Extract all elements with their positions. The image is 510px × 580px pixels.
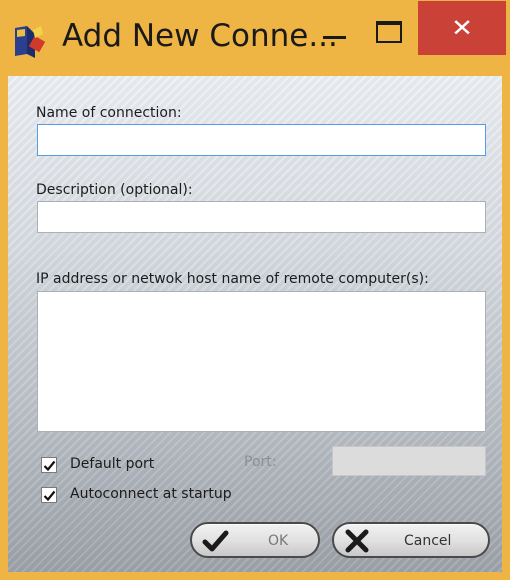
x-icon — [345, 529, 369, 553]
hosts-label: IP address or netwok host name of remote… — [36, 271, 429, 287]
minimize-button[interactable] — [320, 10, 350, 52]
autoconnect-checkbox[interactable] — [41, 487, 57, 503]
port-input[interactable] — [332, 446, 486, 476]
name-label: Name of connection: — [36, 105, 182, 121]
port-label: Port: — [244, 454, 277, 470]
checkmark-icon — [202, 530, 229, 552]
title-bar[interactable]: Add New Conne... ✕ — [0, 0, 510, 75]
checkmark-icon — [43, 460, 56, 472]
description-label: Description (optional): — [36, 182, 193, 198]
app-icon — [13, 24, 46, 58]
cancel-label: Cancel — [404, 533, 452, 549]
close-icon: ✕ — [450, 14, 474, 42]
default-port-label: Default port — [70, 456, 155, 472]
window-title: Add New Conne... — [62, 18, 338, 54]
close-button[interactable]: ✕ — [418, 1, 506, 55]
description-input[interactable] — [37, 201, 486, 233]
maximize-button[interactable] — [373, 10, 405, 52]
autoconnect-label: Autoconnect at startup — [70, 486, 232, 502]
ok-button[interactable]: OK — [190, 522, 320, 558]
default-port-checkbox[interactable] — [41, 457, 57, 473]
checkmark-icon — [43, 490, 56, 502]
hosts-textarea[interactable] — [37, 291, 486, 432]
connection-name-input[interactable] — [37, 124, 486, 156]
cancel-button[interactable]: Cancel — [332, 522, 490, 558]
ok-label: OK — [268, 533, 289, 549]
dialog-body: Name of connection: Description (optiona… — [8, 76, 502, 572]
add-connection-dialog: Add New Conne... ✕ Name of connection: D… — [0, 0, 510, 580]
